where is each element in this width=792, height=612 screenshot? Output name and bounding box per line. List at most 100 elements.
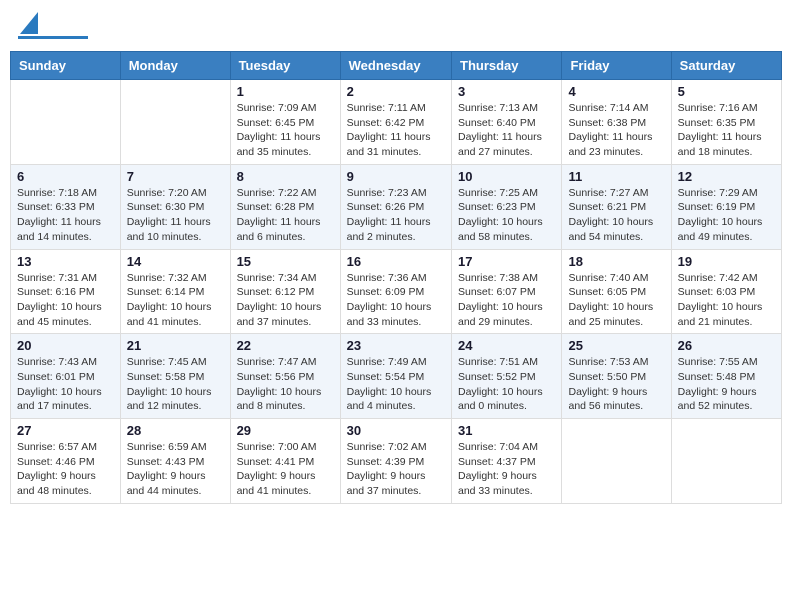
calendar-cell: 21 Sunrise: 7:45 AMSunset: 5:58 PMDayligh…: [120, 334, 230, 419]
cell-content: Sunrise: 7:00 AMSunset: 4:41 PMDaylight:…: [237, 440, 334, 499]
cell-content: Sunrise: 7:18 AMSunset: 6:33 PMDaylight:…: [17, 186, 114, 245]
day-header-saturday: Saturday: [671, 52, 781, 80]
cell-content: Sunrise: 6:57 AMSunset: 4:46 PMDaylight:…: [17, 440, 114, 499]
calendar-cell: 17 Sunrise: 7:38 AMSunset: 6:07 PMDayligh…: [452, 249, 562, 334]
day-number: 26: [678, 338, 775, 353]
calendar-cell: 11 Sunrise: 7:27 AMSunset: 6:21 PMDayligh…: [562, 164, 671, 249]
day-number: 29: [237, 423, 334, 438]
cell-content: Sunrise: 7:43 AMSunset: 6:01 PMDaylight:…: [17, 355, 114, 414]
cell-content: Sunrise: 7:45 AMSunset: 5:58 PMDaylight:…: [127, 355, 224, 414]
calendar-week-row: 20 Sunrise: 7:43 AMSunset: 6:01 PMDayligh…: [11, 334, 782, 419]
calendar-cell: 28 Sunrise: 6:59 AMSunset: 4:43 PMDayligh…: [120, 419, 230, 504]
calendar-cell: [11, 80, 121, 165]
cell-content: Sunrise: 7:04 AMSunset: 4:37 PMDaylight:…: [458, 440, 555, 499]
day-number: 8: [237, 169, 334, 184]
calendar-week-row: 13 Sunrise: 7:31 AMSunset: 6:16 PMDayligh…: [11, 249, 782, 334]
day-number: 27: [17, 423, 114, 438]
cell-content: Sunrise: 6:59 AMSunset: 4:43 PMDaylight:…: [127, 440, 224, 499]
calendar-cell: 6 Sunrise: 7:18 AMSunset: 6:33 PMDaylight…: [11, 164, 121, 249]
calendar-cell: 18 Sunrise: 7:40 AMSunset: 6:05 PMDayligh…: [562, 249, 671, 334]
calendar-cell: 12 Sunrise: 7:29 AMSunset: 6:19 PMDayligh…: [671, 164, 781, 249]
day-number: 12: [678, 169, 775, 184]
calendar-cell: 31 Sunrise: 7:04 AMSunset: 4:37 PMDayligh…: [452, 419, 562, 504]
cell-content: Sunrise: 7:36 AMSunset: 6:09 PMDaylight:…: [347, 271, 445, 330]
cell-content: Sunrise: 7:42 AMSunset: 6:03 PMDaylight:…: [678, 271, 775, 330]
calendar-cell: 1 Sunrise: 7:09 AMSunset: 6:45 PMDaylight…: [230, 80, 340, 165]
calendar-cell: 9 Sunrise: 7:23 AMSunset: 6:26 PMDaylight…: [340, 164, 451, 249]
calendar-table: SundayMondayTuesdayWednesdayThursdayFrid…: [10, 51, 782, 504]
day-number: 2: [347, 84, 445, 99]
calendar-cell: 20 Sunrise: 7:43 AMSunset: 6:01 PMDayligh…: [11, 334, 121, 419]
day-number: 3: [458, 84, 555, 99]
calendar-cell: 10 Sunrise: 7:25 AMSunset: 6:23 PMDayligh…: [452, 164, 562, 249]
cell-content: Sunrise: 7:29 AMSunset: 6:19 PMDaylight:…: [678, 186, 775, 245]
cell-content: Sunrise: 7:47 AMSunset: 5:56 PMDaylight:…: [237, 355, 334, 414]
cell-content: Sunrise: 7:51 AMSunset: 5:52 PMDaylight:…: [458, 355, 555, 414]
day-header-monday: Monday: [120, 52, 230, 80]
cell-content: Sunrise: 7:14 AMSunset: 6:38 PMDaylight:…: [568, 101, 664, 160]
cell-content: Sunrise: 7:11 AMSunset: 6:42 PMDaylight:…: [347, 101, 445, 160]
day-number: 21: [127, 338, 224, 353]
calendar-cell: 13 Sunrise: 7:31 AMSunset: 6:16 PMDayligh…: [11, 249, 121, 334]
calendar-cell: [120, 80, 230, 165]
cell-content: Sunrise: 7:49 AMSunset: 5:54 PMDaylight:…: [347, 355, 445, 414]
day-number: 28: [127, 423, 224, 438]
calendar-cell: 26Sunrise: 7:55 AMSunset: 5:48 PMDayligh…: [671, 334, 781, 419]
calendar-week-row: 6 Sunrise: 7:18 AMSunset: 6:33 PMDaylight…: [11, 164, 782, 249]
cell-content: Sunrise: 7:40 AMSunset: 6:05 PMDaylight:…: [568, 271, 664, 330]
day-number: 13: [17, 254, 114, 269]
cell-content: Sunrise: 7:09 AMSunset: 6:45 PMDaylight:…: [237, 101, 334, 160]
cell-content: Sunrise: 7:02 AMSunset: 4:39 PMDaylight:…: [347, 440, 445, 499]
calendar-cell: [671, 419, 781, 504]
day-number: 11: [568, 169, 664, 184]
day-number: 20: [17, 338, 114, 353]
cell-content: Sunrise: 7:27 AMSunset: 6:21 PMDaylight:…: [568, 186, 664, 245]
calendar-header-row: SundayMondayTuesdayWednesdayThursdayFrid…: [11, 52, 782, 80]
cell-content: Sunrise: 7:31 AMSunset: 6:16 PMDaylight:…: [17, 271, 114, 330]
cell-content: Sunrise: 7:16 AMSunset: 6:35 PMDaylight:…: [678, 101, 775, 160]
cell-content: Sunrise: 7:53 AMSunset: 5:50 PMDaylight:…: [568, 355, 664, 414]
day-number: 31: [458, 423, 555, 438]
day-number: 4: [568, 84, 664, 99]
cell-content: Sunrise: 7:22 AMSunset: 6:28 PMDaylight:…: [237, 186, 334, 245]
day-header-friday: Friday: [562, 52, 671, 80]
cell-content: Sunrise: 7:34 AMSunset: 6:12 PMDaylight:…: [237, 271, 334, 330]
calendar-cell: 15 Sunrise: 7:34 AMSunset: 6:12 PMDayligh…: [230, 249, 340, 334]
cell-content: Sunrise: 7:23 AMSunset: 6:26 PMDaylight:…: [347, 186, 445, 245]
day-header-thursday: Thursday: [452, 52, 562, 80]
day-number: 1: [237, 84, 334, 99]
day-number: 16: [347, 254, 445, 269]
cell-content: Sunrise: 7:25 AMSunset: 6:23 PMDaylight:…: [458, 186, 555, 245]
day-number: 10: [458, 169, 555, 184]
logo: [18, 14, 88, 39]
day-number: 18: [568, 254, 664, 269]
day-number: 9: [347, 169, 445, 184]
calendar-cell: 22 Sunrise: 7:47 AMSunset: 5:56 PMDayligh…: [230, 334, 340, 419]
day-number: 17: [458, 254, 555, 269]
day-number: 5: [678, 84, 775, 99]
day-header-tuesday: Tuesday: [230, 52, 340, 80]
calendar-cell: 4 Sunrise: 7:14 AMSunset: 6:38 PMDaylight…: [562, 80, 671, 165]
calendar-cell: 3 Sunrise: 7:13 AMSunset: 6:40 PMDaylight…: [452, 80, 562, 165]
calendar-cell: 27 Sunrise: 6:57 AMSunset: 4:46 PMDayligh…: [11, 419, 121, 504]
day-number: 14: [127, 254, 224, 269]
calendar-week-row: 27 Sunrise: 6:57 AMSunset: 4:46 PMDayligh…: [11, 419, 782, 504]
cell-content: Sunrise: 7:32 AMSunset: 6:14 PMDaylight:…: [127, 271, 224, 330]
calendar-cell: [562, 419, 671, 504]
cell-content: Sunrise: 7:13 AMSunset: 6:40 PMDaylight:…: [458, 101, 555, 160]
calendar-cell: 24Sunrise: 7:51 AMSunset: 5:52 PMDayligh…: [452, 334, 562, 419]
calendar-cell: 2 Sunrise: 7:11 AMSunset: 6:42 PMDaylight…: [340, 80, 451, 165]
day-number: 25: [568, 338, 664, 353]
day-number: 6: [17, 169, 114, 184]
calendar-week-row: 1 Sunrise: 7:09 AMSunset: 6:45 PMDaylight…: [11, 80, 782, 165]
day-header-wednesday: Wednesday: [340, 52, 451, 80]
day-number: 7: [127, 169, 224, 184]
day-number: 15: [237, 254, 334, 269]
calendar-cell: 16 Sunrise: 7:36 AMSunset: 6:09 PMDayligh…: [340, 249, 451, 334]
header: [10, 10, 782, 43]
calendar-cell: 14 Sunrise: 7:32 AMSunset: 6:14 PMDayligh…: [120, 249, 230, 334]
logo-triangle-icon: [20, 12, 38, 34]
cell-content: Sunrise: 7:38 AMSunset: 6:07 PMDaylight:…: [458, 271, 555, 330]
calendar-cell: 29 Sunrise: 7:00 AMSunset: 4:41 PMDayligh…: [230, 419, 340, 504]
day-number: 22: [237, 338, 334, 353]
